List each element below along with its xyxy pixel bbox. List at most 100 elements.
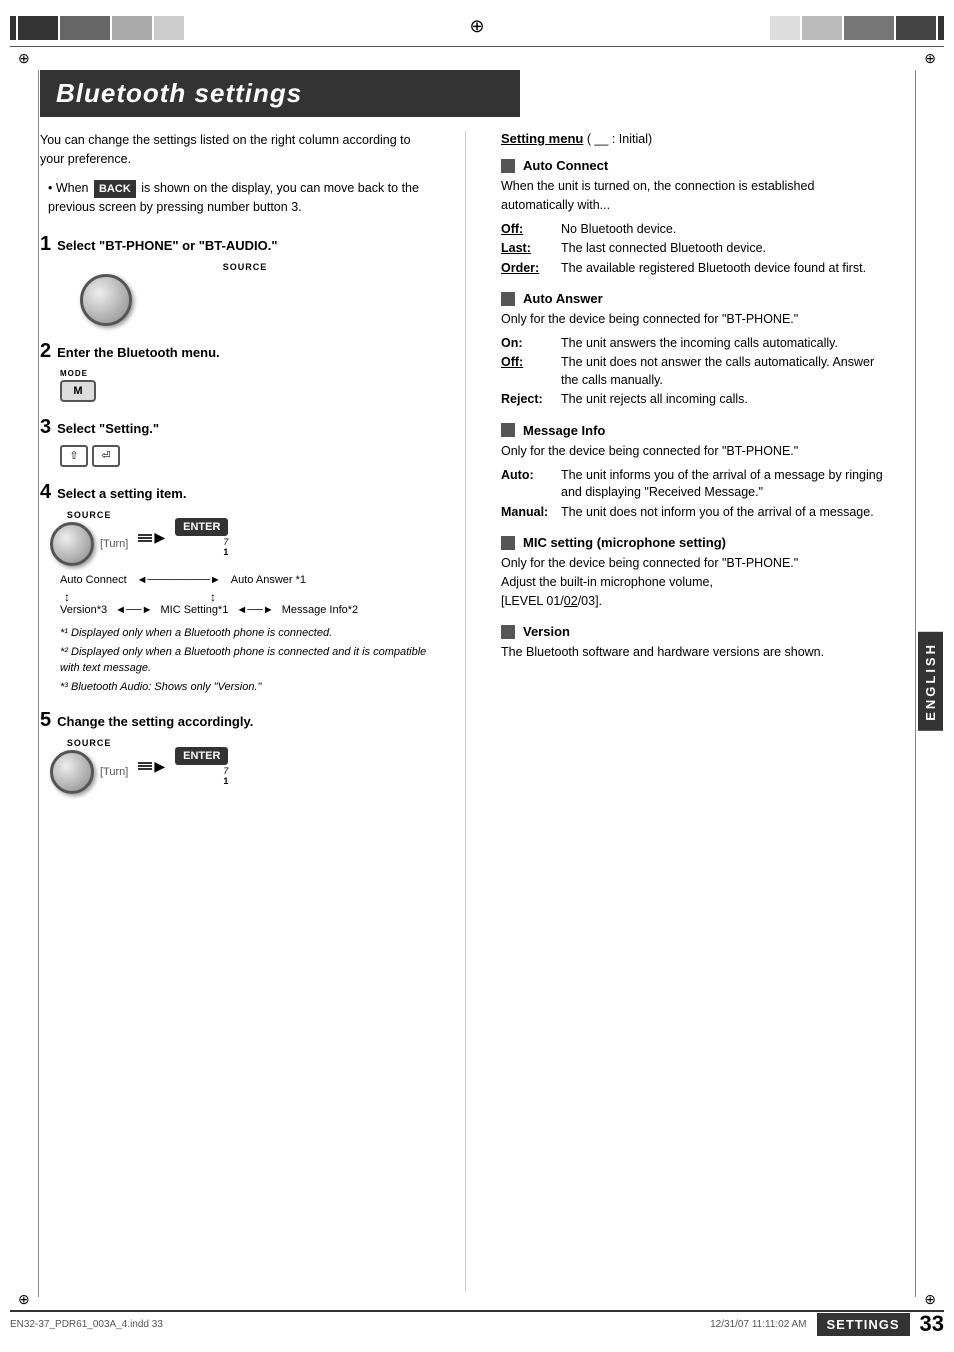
arrow-to-enter-5: ▶ <box>138 758 165 775</box>
section-title-version: Version <box>523 624 570 639</box>
knob-and-turn: [Turn] <box>50 522 128 566</box>
step-1-label: Select "BT-PHONE" or "BT-AUDIO." <box>57 238 277 253</box>
setting-menu-initial: ( __ : Initial) <box>587 132 652 146</box>
turn-label-4: [Turn] <box>100 538 128 550</box>
flow-row-2: Version*3 ◄──► MIC Setting*1 ◄──► Messag… <box>60 604 430 616</box>
bottom-right: 12/31/07 11:11:02 AM SETTINGS 33 <box>710 1311 944 1337</box>
enter-btn-container-4: ENTER 71 <box>175 518 228 557</box>
section-auto-connect: Auto Connect When the unit is turned on,… <box>501 158 886 277</box>
section-body-version: The Bluetooth software and hardware vers… <box>501 643 886 662</box>
auto-answer-row-reject: Reject: The unit rejects all incoming ca… <box>501 391 886 409</box>
enter-btn-container-5: ENTER 71 <box>175 747 228 786</box>
top-line <box>10 46 944 47</box>
step-4-source-area: SOURCE [Turn] <box>50 510 128 566</box>
section-mic-setting: MIC setting (microphone setting) Only fo… <box>501 535 886 610</box>
section-block-mic-setting <box>501 536 515 550</box>
section-title-message-info: Message Info <box>523 423 605 438</box>
bullet-text: • When BACK is shown on the display, you… <box>40 179 430 217</box>
section-body-message-info: Only for the device being connected for … <box>501 442 886 461</box>
column-separator <box>465 131 466 1292</box>
english-label: ENGLISH <box>918 632 943 731</box>
footnote-3: *³ Bluetooth Audio: Shows only "Version.… <box>60 680 430 695</box>
arrow-to-enter-4: ▶ <box>138 529 165 546</box>
auto-connect-last-val: The last connected Bluetooth device. <box>561 240 886 258</box>
setting-menu-header: Setting menu ( __ : Initial) <box>501 131 886 146</box>
auto-connect-order-key: Order: <box>501 260 561 278</box>
down-arrow-1: ↕ <box>64 590 70 604</box>
enter-num-5: 71 <box>175 766 228 786</box>
step-2-header: 2 Enter the Bluetooth menu. <box>40 340 430 363</box>
footnotes: *¹ Displayed only when a Bluetooth phone… <box>60 626 430 696</box>
step-5: 5 Change the setting accordingly. SOURCE… <box>40 709 430 794</box>
auto-connect-off-val: No Bluetooth device. <box>561 221 886 239</box>
step-1-diagram: SOURCE <box>60 262 430 326</box>
auto-answer-off-key: Off: <box>501 354 561 389</box>
step-5-diagram: SOURCE [Turn] ▶ <box>40 738 430 794</box>
setting-menu-title: Setting menu <box>501 131 583 146</box>
auto-connect-order-val: The available registered Bluetooth devic… <box>561 260 886 278</box>
settings-badge: SETTINGS <box>817 1313 910 1336</box>
main-content: Bluetooth settings You can change the se… <box>40 70 886 1292</box>
page-title: Bluetooth settings <box>40 70 520 117</box>
message-info-row-manual: Manual: The unit does not inform you of … <box>501 504 886 522</box>
section-block-auto-connect <box>501 159 515 173</box>
auto-answer-reject-key: Reject: <box>501 391 561 409</box>
message-info-manual-key: Manual: <box>501 504 561 522</box>
turn-label-5: [Turn] <box>100 766 128 778</box>
auto-answer-reject-val: The unit rejects all incoming calls. <box>561 391 886 409</box>
flow-version: Version*3 <box>60 604 107 616</box>
step-2: 2 Enter the Bluetooth menu. MODE M <box>40 340 430 402</box>
auto-answer-row-off: Off: The unit does not answer the calls … <box>501 354 886 389</box>
bottom-date: 12/31/07 11:11:02 AM <box>710 1319 806 1330</box>
left-column: You can change the settings listed on th… <box>40 131 430 1292</box>
flow-auto-connect: Auto Connect <box>60 574 127 586</box>
message-info-row-auto: Auto: The unit informs you of the arriva… <box>501 467 886 502</box>
auto-connect-row-last: Last: The last connected Bluetooth devic… <box>501 240 886 258</box>
step-3-diagram: ⇧ ⏎ <box>60 445 430 467</box>
section-title-auto-answer: Auto Answer <box>523 291 603 306</box>
sidebar-english: ENGLISH <box>916 70 944 1292</box>
source-label-1: SOURCE <box>60 262 430 272</box>
knob-container-1 <box>80 274 430 326</box>
mic-setting-bold: MIC setting <box>523 535 593 550</box>
footnote-3-text: Bluetooth Audio: Shows only "Version." <box>71 681 261 693</box>
step-5-header: 5 Change the setting accordingly. <box>40 709 430 732</box>
section-body-mic-setting: Only for the device being connected for … <box>501 554 886 610</box>
section-block-auto-answer <box>501 292 515 306</box>
source-knob-5 <box>50 750 94 794</box>
auto-connect-row-order: Order: The available registered Bluetoot… <box>501 260 886 278</box>
enter-button-4: ENTER <box>175 518 228 536</box>
step-2-number: 2 <box>40 340 51 363</box>
right-column: Setting menu ( __ : Initial) Auto Connec… <box>501 131 886 1292</box>
flow-mic-setting: MIC Setting*1 <box>160 604 228 616</box>
footnote-1-mark: *¹ <box>60 627 71 639</box>
step-2-diagram: MODE M <box>60 369 430 402</box>
section-auto-answer-header: Auto Answer <box>501 291 886 306</box>
auto-connect-row-off: Off: No Bluetooth device. <box>501 221 886 239</box>
flow-auto-answer: Auto Answer *1 <box>231 574 306 586</box>
step-3-number: 3 <box>40 416 51 439</box>
step-4-number: 4 <box>40 481 51 504</box>
step-4-diagram: SOURCE [Turn] <box>50 510 430 696</box>
step-1: 1 Select "BT-PHONE" or "BT-AUDIO." SOURC… <box>40 233 430 326</box>
section-title-auto-connect: Auto Connect <box>523 158 608 173</box>
source-knob-1 <box>80 274 132 326</box>
section-version-header: Version <box>501 624 886 639</box>
step-4-controls: SOURCE [Turn] <box>50 510 430 566</box>
section-version: Version The Bluetooth software and hardw… <box>501 624 886 662</box>
auto-connect-last-key: Last: <box>501 240 561 258</box>
corner-mark-tl: ⊕ <box>18 50 30 67</box>
crosshair-top: ⊕ <box>469 16 484 37</box>
step-2-label: Enter the Bluetooth menu. <box>57 345 220 360</box>
right-arrow-4: ▶ <box>154 529 165 546</box>
section-title-mic-setting: MIC setting (microphone setting) <box>523 535 726 550</box>
footnote-2-text: Displayed only when a Bluetooth phone is… <box>60 646 426 673</box>
auto-answer-off-val: The unit does not answer the calls autom… <box>561 354 886 389</box>
knob-and-turn-5: [Turn] <box>50 750 128 794</box>
two-column-layout: You can change the settings listed on th… <box>40 131 886 1292</box>
section-body-auto-connect: When the unit is turned on, the connecti… <box>501 177 886 215</box>
vertical-line-left <box>38 70 39 1297</box>
step-1-header: 1 Select "BT-PHONE" or "BT-AUDIO." <box>40 233 430 256</box>
step-4-label: Select a setting item. <box>57 486 186 501</box>
triple-lines <box>138 534 152 542</box>
